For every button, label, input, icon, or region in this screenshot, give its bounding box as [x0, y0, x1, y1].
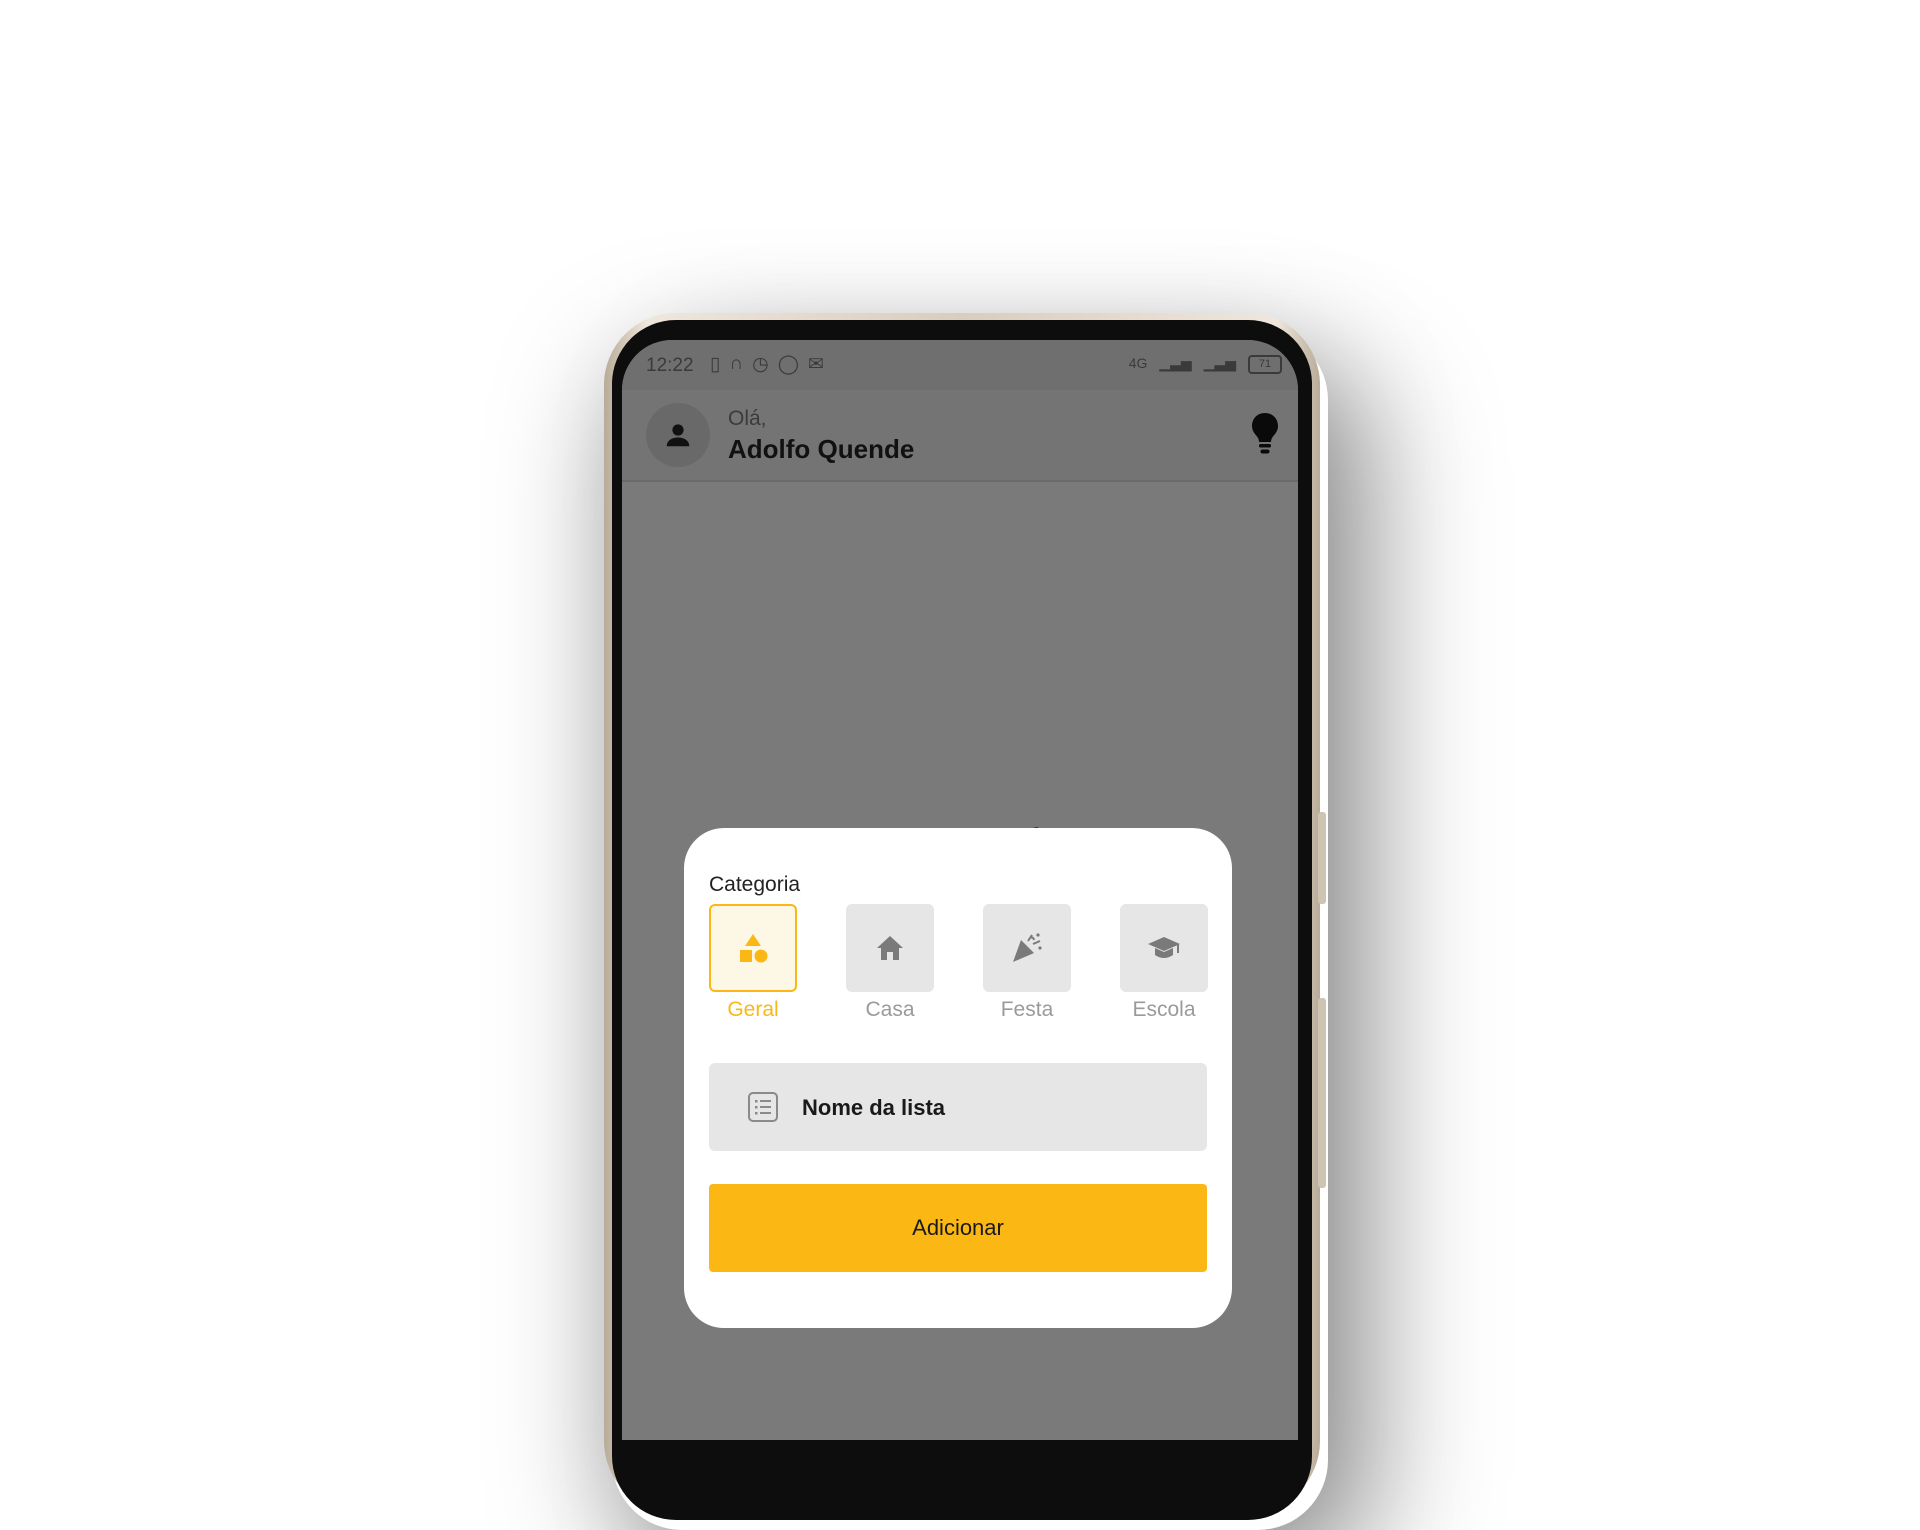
party-popper-icon: [1013, 933, 1042, 962]
category-tile: [846, 904, 934, 992]
person-icon: [666, 424, 690, 447]
power-button: [1318, 998, 1326, 1188]
category-label: Festa: [1000, 998, 1054, 1021]
alarm-icon: ◷: [752, 354, 769, 375]
category-tile: [983, 904, 1071, 992]
category-label: Geral: [727, 998, 779, 1021]
lightbulb-icon: [1252, 413, 1278, 454]
network-label: 4G: [1128, 355, 1148, 371]
add-list-modal: Categoria Geral Casa Festa Escola Nome d…: [684, 828, 1232, 1328]
status-right-icons: 4G ▁▃▅ ▁▃▅ 71: [1129, 355, 1282, 374]
status-time: 12:22: [646, 355, 694, 376]
add-button[interactable]: Adicionar: [709, 1184, 1207, 1272]
battery-icon: 71: [1248, 355, 1282, 374]
status-left-icons: ▯ ∩ ◷ ◯ ✉: [710, 353, 824, 376]
graduation-cap-icon: [1148, 937, 1180, 958]
shapes-icon: [740, 934, 768, 963]
category-title: Categoria: [709, 873, 801, 896]
signal-icon: ▁▃▅: [1203, 355, 1236, 371]
headset-icon: ∩: [729, 353, 744, 374]
signal-icon: ▁▃▅: [1159, 355, 1192, 371]
whatsapp-icon: ◯: [777, 354, 799, 375]
avatar[interactable]: [646, 403, 710, 467]
category-tile: [1120, 904, 1208, 992]
status-bar: 12:22 ▯ ∩ ◷ ◯ ✉ 4G ▁▃▅ ▁▃▅ 71: [622, 340, 1298, 390]
vibrate-icon: ▯: [710, 354, 721, 375]
greeting-text: Olá,: [728, 407, 767, 430]
category-festa[interactable]: Festa: [983, 904, 1071, 1022]
category-label: Casa: [865, 998, 915, 1021]
lightbulb-button[interactable]: [1250, 412, 1280, 461]
app-header: Olá, Adolfo Quende: [622, 390, 1298, 482]
category-label: Escola: [1132, 998, 1196, 1021]
list-name-input[interactable]: Nome da lista: [709, 1063, 1207, 1151]
category-geral[interactable]: Geral: [709, 904, 797, 1022]
mail-off-icon: ✉: [807, 354, 824, 375]
list-icon: [748, 1092, 778, 1122]
category-tile: [709, 904, 797, 992]
category-casa[interactable]: Casa: [846, 904, 934, 1022]
volume-button: [1318, 812, 1326, 904]
category-escola[interactable]: Escola: [1120, 904, 1208, 1022]
home-icon: [877, 936, 903, 960]
user-name: Adolfo Quende: [728, 434, 915, 464]
list-name-placeholder: Nome da lista: [802, 1095, 946, 1120]
